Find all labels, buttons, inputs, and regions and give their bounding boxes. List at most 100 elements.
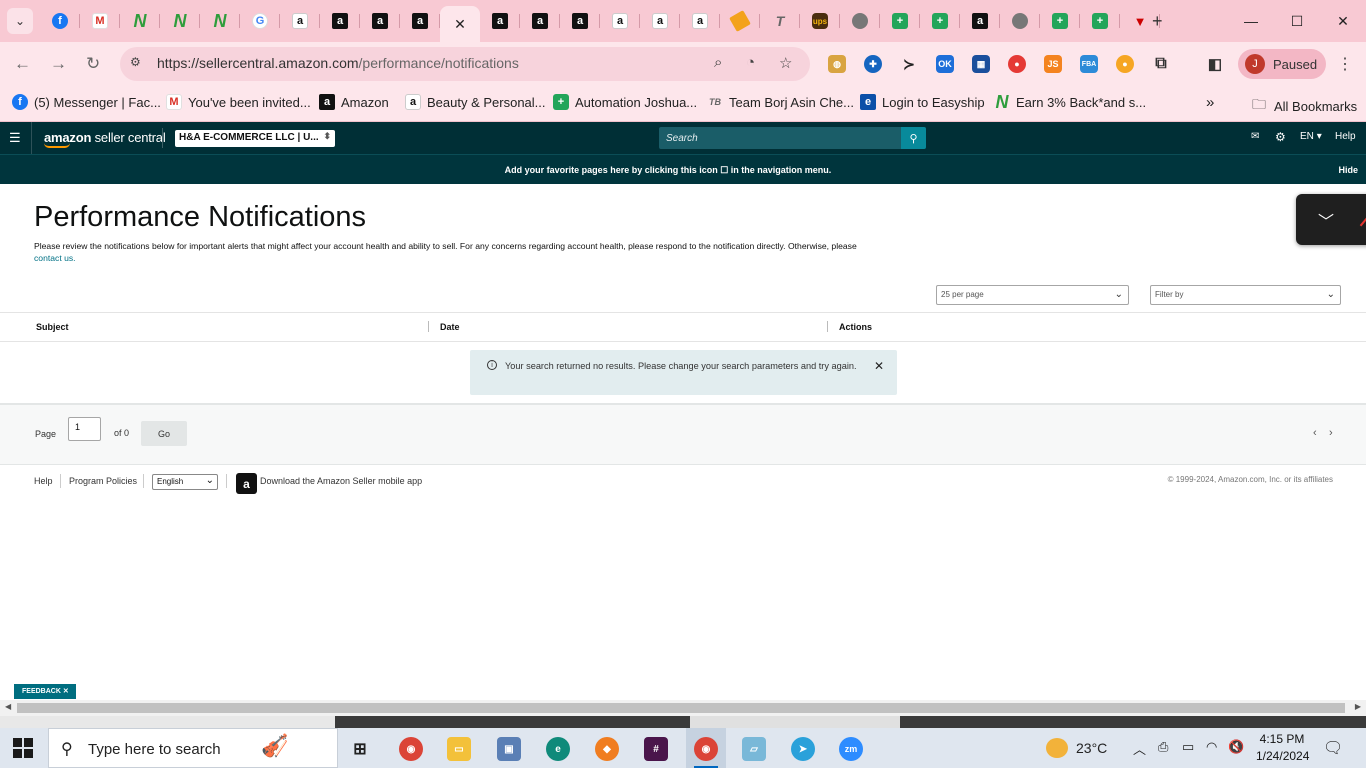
chevron-up-icon[interactable]: ︿ [1133,739,1146,758]
bookmark-item[interactable]: N Earn 3% Back*and s... [994,92,1147,112]
zoom-app-icon[interactable]: zm [839,737,863,761]
browser-tab[interactable]: + [1040,6,1080,36]
extension-icon[interactable]: ≻ [900,55,918,73]
browser-tab[interactable] [720,6,760,36]
vpn-icon[interactable]: ◆ [595,737,619,761]
bookmark-item[interactable]: e Login to Easyship [860,94,985,110]
bookmark-star-icon[interactable]: ☆ [779,54,792,72]
go-button[interactable]: Go [141,421,187,446]
horizontal-scrollbar[interactable]: ◀ ▶ [0,700,1366,716]
system-clock[interactable]: 4:15 PM 1/24/2024 [1256,731,1309,765]
more-bookmarks-chevron-icon[interactable]: » [1206,94,1214,111]
hamburger-menu-icon[interactable]: ☰ [9,130,21,146]
filter-select[interactable]: Filter by ⌄ [1150,285,1341,305]
scrollbar-thumb[interactable] [17,703,1345,713]
bookmark-item[interactable]: TB Team Borj Asin Che... [707,94,854,110]
more-menu-icon[interactable]: ⋮ [1337,54,1353,74]
file-explorer-icon[interactable]: ▭ [447,737,471,761]
browser-tab[interactable]: N [160,6,200,36]
browser-tab[interactable]: M [80,6,120,36]
extension-icon[interactable]: ● [1116,55,1134,73]
amazon-app-icon[interactable]: a [236,473,257,494]
back-button[interactable]: ← [14,54,31,74]
browser-tab[interactable]: a [680,6,720,36]
fba-extension-icon[interactable]: FBA [1080,55,1098,73]
telegram-icon[interactable]: ➤ [791,737,815,761]
footer-language-select[interactable]: English ⌄ [152,474,218,490]
scroll-right-arrow[interactable]: ▶ [1355,702,1361,711]
mail-icon[interactable]: ✉ [1251,131,1259,142]
scroll-left-arrow[interactable]: ◀ [5,702,11,711]
chevron-right-icon[interactable]: › [1329,427,1333,439]
chevron-left-icon[interactable]: ‹ [1313,427,1317,439]
browser-tab[interactable]: a [400,6,440,36]
browser-tab[interactable]: + [1080,6,1120,36]
seller-central-logo[interactable]: amazon seller central [44,130,166,148]
weather-widget[interactable]: 23°C [1046,738,1107,758]
column-date[interactable]: Date [440,322,460,332]
reload-button[interactable]: ↻ [86,54,100,74]
notes-icon[interactable]: ▱ [742,737,766,761]
browser-tab[interactable]: a [560,6,600,36]
computer-icon[interactable]: ▣ [497,737,521,761]
volume-icon[interactable]: 🔇 [1228,739,1244,755]
search-input[interactable] [659,127,901,149]
extension-icon[interactable]: ✚ [864,55,882,73]
browser-tab[interactable]: f [40,6,80,36]
browser-tab[interactable]: + [880,6,920,36]
browser-tab[interactable]: ups [800,6,840,36]
browser-tab[interactable]: a [320,6,360,36]
minimize-button[interactable]: — [1228,0,1274,42]
close-window-button[interactable]: ✕ [1320,0,1366,42]
battery-icon[interactable]: ▭ [1182,739,1194,755]
browser-tab[interactable]: a [640,6,680,36]
meet-icon[interactable]: ⎙ [1158,739,1168,755]
gear-icon[interactable]: ⚙ [1275,130,1286,144]
maximize-button[interactable]: ☐ [1274,0,1320,42]
taskbar-search[interactable]: ⚲ Type here to search 🎻 [48,728,338,768]
search-button[interactable]: ⚲ [901,127,926,149]
extension-icon[interactable]: ◍ [828,55,846,73]
feedback-button[interactable]: FEEDBACK ✕ [14,684,76,699]
browser-tab[interactable]: + [920,6,960,36]
column-subject[interactable]: Subject [36,322,69,332]
browser-tab[interactable]: N [120,6,160,36]
per-page-select[interactable]: 25 per page ⌄ [936,285,1129,305]
contact-us-link[interactable]: contact us. [34,253,76,263]
browser-tab[interactable]: G [240,6,280,36]
language-selector[interactable]: EN ▾ [1300,131,1322,142]
windows-start-icon[interactable] [13,738,33,758]
browser-tab[interactable]: a [360,6,400,36]
extension-ok-icon[interactable]: OK [936,55,954,73]
performance-icon[interactable]: ◔ [746,54,755,71]
extensions-puzzle-icon[interactable]: ⧉ [1152,55,1170,73]
browser-tab[interactable] [840,6,880,36]
js-extension-icon[interactable]: JS [1044,55,1062,73]
download-app-link[interactable]: Download the Amazon Seller mobile app [260,476,422,486]
close-icon[interactable]: ✕ [454,16,466,33]
browser-tab[interactable]: N [200,6,240,36]
page-number-input[interactable]: 1 [68,417,101,441]
browser-tab[interactable] [1000,6,1040,36]
bookmark-item[interactable]: a Amazon [319,94,389,110]
edge-icon[interactable]: e [546,737,570,761]
all-bookmarks-button[interactable]: 🗀 All Bookmarks [1252,94,1357,118]
help-link[interactable]: Help [1335,131,1356,142]
tab-search-menu-button[interactable]: ⌄ [7,8,33,34]
forward-button[interactable]: → [50,54,67,74]
close-icon[interactable]: ✕ [63,688,69,695]
account-switcher[interactable]: H&A E-COMMERCE LLC | U... ⬍ [175,130,335,147]
browser-tab[interactable]: ✕ [440,6,480,42]
chrome-icon[interactable]: ◉ [694,737,718,761]
browser-tab[interactable]: a [520,6,560,36]
chevron-down-icon[interactable]: ﹀ [1318,208,1334,232]
url-text[interactable]: https://sellercentral.amazon.com/perform… [157,55,519,71]
slack-icon[interactable]: # [644,737,668,761]
browser-tab[interactable]: a [480,6,520,36]
profile-button[interactable]: J Paused [1238,49,1326,79]
hide-banner-link[interactable]: Hide [1338,165,1358,175]
browser-tab[interactable]: a [960,6,1000,36]
chrome-icon[interactable]: ◉ [399,737,423,761]
extension-icon[interactable]: ▦ [972,55,990,73]
bookmark-item[interactable]: f (5) Messenger | Fac... [12,94,161,110]
